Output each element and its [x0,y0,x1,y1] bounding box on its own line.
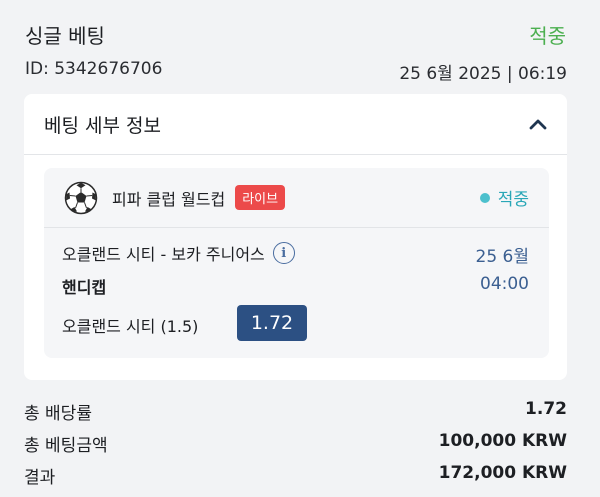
chevron-up-icon[interactable] [527,113,549,135]
league-name: 피파 클럽 월드컵 [112,189,226,209]
summary-result: 결과 172,000 KRW [24,463,567,488]
summary-value: 172,000 KRW [438,463,567,483]
bet-id: ID: 5342676706 [25,59,163,79]
bet-result-status: 적중 [529,24,566,48]
live-badge: 라이브 [235,185,286,210]
bet-details-header[interactable]: 베팅 세부 정보 [24,94,567,155]
market-name: 핸디캡 [62,278,107,297]
odds-badge: 1.72 [237,305,307,341]
match-name: 오클랜드 시티 - 보카 주니어스 [62,245,265,264]
summary-label: 결과 [24,468,56,488]
selection-name: 오클랜드 시티 (1.5) [62,317,199,336]
summary-total-stake: 총 베팅금액 100,000 KRW [24,431,567,456]
summary-label: 총 배당률 [24,404,92,424]
match-row: 오클랜드 시티 - 보카 주니어스 i [62,241,295,265]
info-icon[interactable]: i [272,242,295,264]
summary-label: 총 베팅금액 [24,436,108,456]
bet-details-card: 베팅 세부 정보 피파 클럽 월드컵 라이브 적중 오클랜드 시티 - 보카 주… [24,94,567,380]
selection-status-label: 적중 [497,190,529,210]
summary-total-odds: 총 배당률 1.72 [24,399,567,424]
summary-value: 1.72 [525,399,567,419]
summary-value: 100,000 KRW [438,431,567,451]
match-time: 04:00 [480,274,529,294]
match-date: 25 6월 [475,247,530,267]
bet-slip-page: 싱글 베팅 적중 ID: 5342676706 25 6월 2025 | 06:… [0,0,600,497]
status-dot-icon [479,192,490,203]
bet-details-title: 베팅 세부 정보 [44,114,161,137]
bet-event-header: 피파 클럽 월드컵 라이브 적중 [44,168,549,228]
bet-datetime: 25 6월 2025 | 06:19 [399,64,567,84]
selection-status: 적중 [479,185,529,210]
soccer-ball-icon [64,181,98,214]
bet-selection-card: 피파 클럽 월드컵 라이브 적중 오클랜드 시티 - 보카 주니어스 i 25 … [44,168,549,358]
page-title: 싱글 베팅 [25,24,105,48]
